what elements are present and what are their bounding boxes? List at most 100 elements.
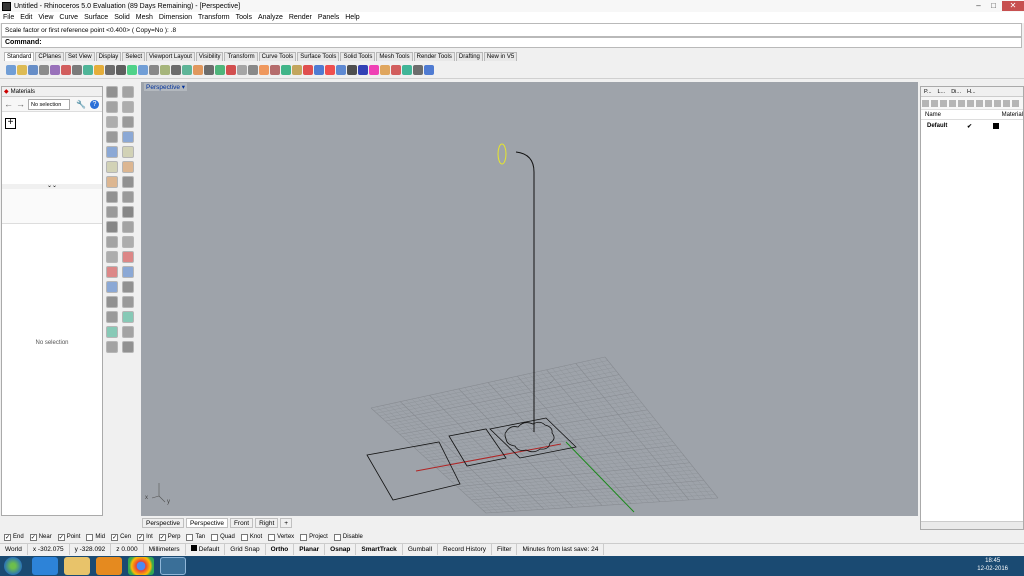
sidebar-tool-icon[interactable] [106,296,118,308]
toolbar-tool-icon[interactable] [6,64,16,75]
sidebar-tool-icon[interactable] [106,206,118,218]
tab-new-in-v5[interactable]: New in V5 [483,52,518,61]
osnap-knot[interactable]: Knot [240,533,262,541]
toolbar-tool-icon[interactable] [160,64,170,75]
sidebar-tool-icon[interactable] [106,326,118,338]
sidebar-tool-icon[interactable] [122,296,134,308]
toolbar-tool-icon[interactable] [215,64,225,75]
osnap-checkbox[interactable] [186,533,194,541]
toolbar-tool-icon[interactable] [182,64,192,75]
osnap-checkbox[interactable]: ✓ [4,533,11,541]
status-planar[interactable]: Planar [294,544,326,555]
layers-tab[interactable]: L... [935,89,949,95]
toolbar-tool-icon[interactable] [193,64,203,75]
toolbar-tool-icon[interactable] [292,64,302,75]
osnap-checkbox[interactable]: ✓ [29,533,37,541]
perspective-viewport[interactable]: Perspective ▾ x y [141,82,918,516]
status-record-history[interactable]: Record History [438,544,493,555]
layer-tool-icon[interactable] [967,100,974,107]
osnap-disable[interactable]: Disable [333,533,363,541]
osnap-checkbox[interactable] [333,533,341,541]
menu-dimension[interactable]: Dimension [156,14,195,21]
sidebar-tool-icon[interactable] [122,266,134,278]
sidebar-tool-icon[interactable] [122,341,134,353]
layer-tool-icon[interactable] [931,100,938,107]
current-layer[interactable]: Default [186,544,226,555]
osnap-mid[interactable]: Mid [86,533,105,541]
toolbar-tool-icon[interactable] [336,64,346,75]
osnap-int[interactable]: ✓ Int [137,533,153,541]
menu-transform[interactable]: Transform [195,14,233,21]
toolbar-tool-icon[interactable] [325,64,335,75]
sidebar-tool-icon[interactable] [122,86,134,98]
osnap-point[interactable]: ✓ Point [57,533,80,541]
sidebar-tool-icon[interactable] [106,221,118,233]
toolbar-tool-icon[interactable] [105,64,115,75]
menu-view[interactable]: View [35,14,56,21]
menu-edit[interactable]: Edit [17,14,35,21]
forward-arrow-icon[interactable]: → [16,99,25,109]
viewport-tab-0[interactable]: Perspective [142,518,184,528]
toolbar-tool-icon[interactable] [402,64,412,75]
status-osnap[interactable]: Osnap [325,544,357,555]
viewport-tab-4[interactable]: + [280,518,293,528]
sidebar-tool-icon[interactable] [106,341,118,353]
help-icon[interactable]: ? [89,99,99,109]
status-filter[interactable]: Filter [492,544,518,555]
chrome-icon[interactable] [128,557,154,575]
toolbar-tool-icon[interactable] [50,64,60,75]
toolbar-tool-icon[interactable] [61,64,71,75]
toolbar-tool-icon[interactable] [248,64,258,75]
toolbar-tool-icon[interactable] [270,64,280,75]
help-tab[interactable]: H... [964,89,979,95]
tab-render-tools[interactable]: Render Tools [413,52,455,61]
tab-solid-tools[interactable]: Solid Tools [340,52,376,61]
sidebar-tool-icon[interactable] [122,206,134,218]
toolbar-tool-icon[interactable] [116,64,126,75]
osnap-checkbox[interactable] [240,533,248,541]
layer-row-default[interactable]: Default ✔ [921,120,1023,132]
sidebar-tool-icon[interactable] [106,266,118,278]
menu-panels[interactable]: Panels [315,14,342,21]
file-explorer-icon[interactable] [64,557,90,575]
menu-solid[interactable]: Solid [111,14,133,21]
tab-curve-tools[interactable]: Curve Tools [258,52,297,61]
viewport-tab-3[interactable]: Right [255,518,279,528]
start-button[interactable] [4,557,22,575]
toolbar-tool-icon[interactable] [281,64,291,75]
menu-curve[interactable]: Curve [56,14,81,21]
toolbar-tool-icon[interactable] [72,64,82,75]
toolbar-tool-icon[interactable] [369,64,379,75]
layer-tool-icon[interactable] [1012,100,1019,107]
osnap-checkbox[interactable]: ✓ [111,533,119,541]
menu-analyze[interactable]: Analyze [255,14,286,21]
sidebar-tool-icon[interactable] [122,281,134,293]
osnap-checkbox[interactable] [86,533,94,541]
tab-cplanes[interactable]: CPlanes [35,52,65,61]
sidebar-tool-icon[interactable] [106,101,118,113]
toolbar-tool-icon[interactable] [17,64,27,75]
layer-tool-icon[interactable] [976,100,983,107]
sidebar-tool-icon[interactable] [122,311,134,323]
toolbar-tool-icon[interactable] [358,64,368,75]
sidebar-tool-icon[interactable] [106,161,118,173]
viewport-tab-1[interactable]: Perspective [185,518,228,528]
toolbar-tool-icon[interactable] [94,64,104,75]
rhino-app-icon[interactable] [2,1,11,11]
osnap-checkbox[interactable]: ✓ [137,533,145,541]
sidebar-tool-icon[interactable] [106,146,118,158]
osnap-quad[interactable]: Quad [211,533,235,541]
sidebar-tool-icon[interactable] [122,161,134,173]
toolbar-tool-icon[interactable] [259,64,269,75]
toolbar-tool-icon[interactable] [226,64,236,75]
layer-tool-icon[interactable] [1003,100,1010,107]
command-prompt[interactable]: Command: [1,37,1022,48]
close-button[interactable]: ✕ [1002,1,1024,11]
sidebar-tool-icon[interactable] [106,176,118,188]
toolbar-tool-icon[interactable] [424,64,434,75]
osnap-project[interactable]: Project [300,533,328,541]
status-grid-snap[interactable]: Grid Snap [225,544,266,555]
sidebar-tool-icon[interactable] [122,326,134,338]
minimize-button[interactable]: – [972,1,985,11]
sidebar-tool-icon[interactable] [122,101,134,113]
